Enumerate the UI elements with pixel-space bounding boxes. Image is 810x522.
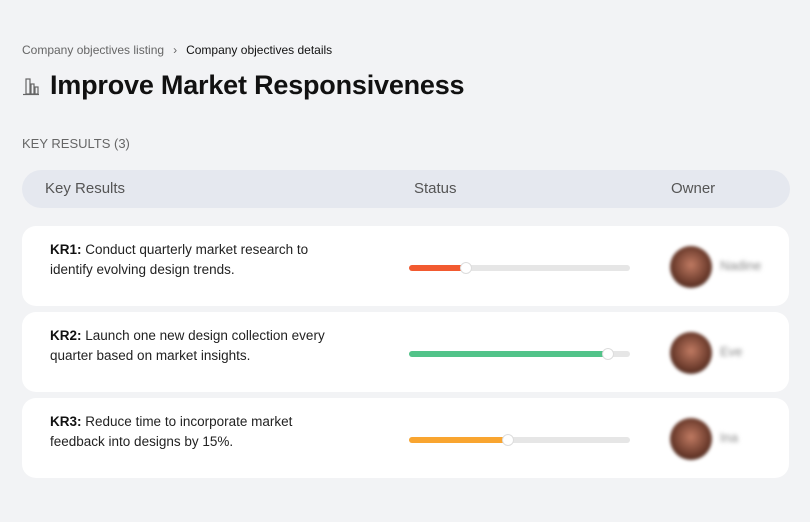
slider-thumb[interactable] xyxy=(601,348,614,360)
progress-slider[interactable] xyxy=(409,262,630,274)
building-chart-icon xyxy=(23,77,39,95)
key-result-description: Conduct quarterly market research to ide… xyxy=(50,242,309,277)
progress-fill xyxy=(409,265,467,271)
progress-slider[interactable] xyxy=(409,434,630,446)
table-row[interactable]: KR1: Conduct quarterly market research t… xyxy=(22,226,789,306)
owner-name: Nadine xyxy=(720,258,762,273)
avatar xyxy=(670,332,712,374)
page-header: Improve Market Responsiveness xyxy=(22,70,465,101)
key-result-text: KR3: Reduce time to incorporate market f… xyxy=(50,412,350,452)
key-result-id: KR3: xyxy=(50,414,82,429)
key-result-description: Launch one new design collection every q… xyxy=(50,328,325,363)
column-header-key-results: Key Results xyxy=(45,180,126,197)
progress-fill xyxy=(409,437,509,443)
section-label: KEY RESULTS (3) xyxy=(22,136,130,151)
avatar xyxy=(670,246,712,288)
column-header-owner: Owner xyxy=(671,180,716,197)
slider-thumb[interactable] xyxy=(502,434,515,446)
breadcrumb-current: Company objectives details xyxy=(186,43,333,57)
table-header: Key Results Status Owner xyxy=(22,170,790,208)
key-result-text: KR1: Conduct quarterly market research t… xyxy=(50,240,350,280)
progress-fill xyxy=(409,351,608,357)
page-title: Improve Market Responsiveness xyxy=(50,70,465,100)
key-result-description: Reduce time to incorporate market feedba… xyxy=(50,414,293,449)
key-result-text: KR2: Launch one new design collection ev… xyxy=(50,326,350,366)
slider-thumb[interactable] xyxy=(460,262,473,274)
progress-slider[interactable] xyxy=(409,348,630,360)
avatar xyxy=(670,418,712,460)
key-result-id: KR1: xyxy=(50,242,82,257)
breadcrumb: Company objectives listing › Company obj… xyxy=(22,43,332,57)
chevron-right-icon: › xyxy=(173,43,178,57)
breadcrumb-parent-link[interactable]: Company objectives listing xyxy=(22,43,164,57)
column-header-status: Status xyxy=(414,180,457,197)
owner-name: Ina xyxy=(720,430,739,445)
table-row[interactable]: KR2: Launch one new design collection ev… xyxy=(22,312,789,392)
owner-name: Eve xyxy=(720,344,743,359)
key-result-id: KR2: xyxy=(50,328,82,343)
table-row[interactable]: KR3: Reduce time to incorporate market f… xyxy=(22,398,789,478)
